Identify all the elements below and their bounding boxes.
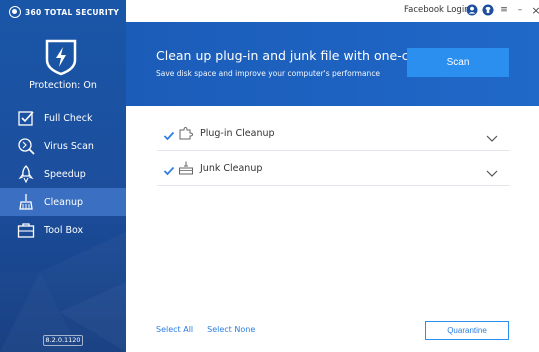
sidebar-item-label: Full Check bbox=[44, 112, 93, 124]
window-controls: ≡ – × bbox=[466, 4, 539, 17]
close-icon[interactable]: × bbox=[530, 4, 539, 17]
banner-title: Clean up plug-in and junk file with one-… bbox=[156, 48, 430, 63]
sidebar-nav: Full Check Virus Scan Speedup Cleanup To… bbox=[0, 104, 126, 244]
list-item-label: Junk Cleanup bbox=[200, 162, 263, 174]
shirt-icon[interactable] bbox=[482, 4, 494, 16]
sidebar-item-label: Cleanup bbox=[44, 196, 84, 208]
sidebar-item-speedup[interactable]: Speedup bbox=[0, 160, 126, 188]
trash-tray-icon bbox=[178, 160, 194, 176]
banner: Clean up plug-in and junk file with one-… bbox=[126, 22, 539, 106]
sidebar-item-cleanup[interactable]: Cleanup bbox=[0, 188, 126, 216]
list-item-plugin-cleanup[interactable]: Plug-in Cleanup bbox=[157, 116, 510, 151]
sidebar: 360 TOTAL SECURITY Protection: On Full C… bbox=[0, 0, 126, 352]
logo-text: 360 TOTAL SECURITY bbox=[25, 7, 120, 17]
checkbox-checked-icon[interactable] bbox=[163, 127, 175, 141]
sidebar-item-label: Speedup bbox=[44, 168, 86, 180]
broom-icon bbox=[16, 192, 36, 212]
list-item-junk-cleanup[interactable]: Junk Cleanup bbox=[157, 151, 510, 186]
menu-icon[interactable]: ≡ bbox=[498, 4, 510, 16]
scan-button[interactable]: Scan bbox=[407, 48, 509, 77]
shield-icon bbox=[44, 38, 78, 76]
puzzle-icon bbox=[178, 125, 194, 141]
sidebar-item-virus-scan[interactable]: Virus Scan bbox=[0, 132, 126, 160]
version-badge: 8.2.0.1120 bbox=[43, 335, 83, 346]
sidebar-item-label: Virus Scan bbox=[44, 140, 94, 152]
chevron-down-icon[interactable] bbox=[486, 128, 498, 142]
list-item-label: Plug-in Cleanup bbox=[200, 127, 275, 139]
check-box-icon bbox=[16, 108, 36, 128]
sidebar-item-label: Tool Box bbox=[44, 224, 84, 236]
minimize-icon[interactable]: – bbox=[514, 4, 526, 16]
chevron-down-icon[interactable] bbox=[486, 163, 498, 177]
quarantine-button[interactable]: Quarantine bbox=[425, 321, 509, 340]
protection-status: Protection: On bbox=[29, 80, 97, 91]
virus-scan-icon bbox=[16, 136, 36, 156]
selection-links: Select All Select None bbox=[156, 325, 269, 334]
logo-icon bbox=[9, 6, 21, 18]
facebook-login-link[interactable]: Facebook Login bbox=[404, 5, 470, 15]
rocket-icon bbox=[16, 164, 36, 184]
sidebar-item-tool-box[interactable]: Tool Box bbox=[0, 216, 126, 244]
title-bar: Facebook Login ≡ – × bbox=[126, 0, 539, 22]
select-all-link[interactable]: Select All bbox=[156, 325, 193, 334]
app-logo: 360 TOTAL SECURITY bbox=[9, 6, 119, 18]
checkbox-checked-icon[interactable] bbox=[163, 162, 175, 176]
cleanup-options-list: Plug-in Cleanup Junk Cleanup bbox=[157, 116, 510, 186]
banner-subtitle: Save disk space and improve your compute… bbox=[156, 69, 381, 78]
select-none-link[interactable]: Select None bbox=[207, 325, 255, 334]
sidebar-item-full-check[interactable]: Full Check bbox=[0, 104, 126, 132]
toolbox-icon bbox=[16, 220, 36, 240]
user-icon[interactable] bbox=[466, 4, 478, 16]
